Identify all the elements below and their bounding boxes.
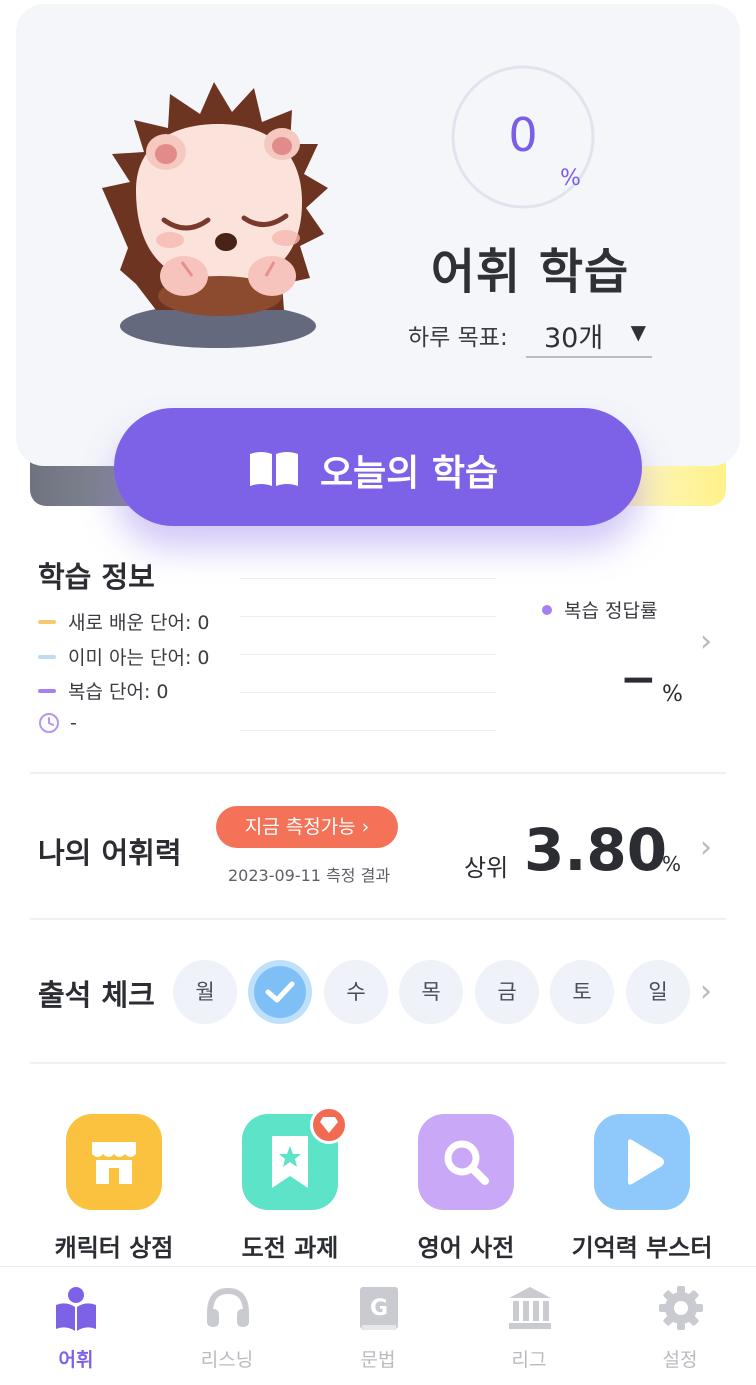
divider [30,772,726,774]
nav-item-grammar[interactable]: G 문법 [318,1267,438,1385]
nav-item-listening[interactable]: 리스닝 [167,1267,287,1385]
daily-goal-value: 30개 [544,323,604,354]
headphones-icon [207,1287,249,1327]
clock-icon [39,713,59,733]
search-icon [444,1140,489,1185]
nav-item-league[interactable]: 리그 [469,1267,589,1385]
page-title: 어휘 학습 [430,244,630,300]
legend-known-words: 이미 아는 단어: 0 [38,643,210,670]
review-rate-value: − [620,654,657,705]
daily-goal-select[interactable]: 30개 ▼ [526,308,652,358]
progress-unit: % [560,166,581,191]
today-study-button[interactable]: 오늘의 학습 [114,408,642,526]
review-rate-legend: 복습 정답률 [542,596,657,623]
english-dictionary-button[interactable] [418,1114,514,1210]
english-dictionary-label: 영어 사전 [417,1234,515,1262]
chart-gridline [240,692,496,693]
day-mon: 월 [173,960,237,1024]
review-rate-unit: % [662,682,683,707]
character-shop-button[interactable] [66,1114,162,1210]
nav-label-league: 리그 [511,1349,547,1371]
nav-label-settings: 설정 [662,1349,698,1371]
rank-unit: % [662,852,682,876]
chart-gridline [240,578,496,579]
divider [30,918,726,920]
nav-item-settings[interactable]: 설정 [620,1267,740,1385]
daily-goal-label: 하루 목표: [408,325,508,351]
progress-value: 0 [508,108,538,162]
legend-swatch [38,654,56,659]
gem-icon [320,1117,338,1133]
nav-label-listening: 리스닝 [200,1349,254,1371]
hedgehog-mascot-icon [102,82,328,348]
svg-text:G: G [370,1296,388,1321]
legend-swatch [38,619,56,624]
vocab-ability-title: 나의 어휘력 [38,836,182,870]
caret-down-icon: ▼ [630,320,646,344]
study-time-value: - [70,712,77,734]
vocab-ability-chevron-icon[interactable]: › [700,830,712,865]
attendance-chevron-icon[interactable]: › [700,974,712,1009]
grammar-book-icon: G [360,1287,398,1330]
vocab-book-icon [56,1287,96,1331]
measure-date: 2023-09-11 측정 결과 [228,866,391,885]
nav-item-vocab[interactable]: 어휘 [16,1267,136,1385]
shop-icon [92,1142,136,1184]
day-sat: 토 [550,960,614,1024]
divider [30,1062,726,1064]
legend-new-words: 새로 배운 단어: 0 [38,608,210,635]
day-sun: 일 [626,960,690,1024]
open-book-icon [250,452,298,486]
review-rate-dot [542,604,552,615]
character-shop-label: 캐릭터 상점 [54,1234,174,1262]
day-wed: 수 [324,960,388,1024]
study-info-chevron-icon[interactable]: › [700,624,712,659]
nav-label-grammar: 문법 [360,1349,396,1371]
building-icon [509,1287,551,1329]
memory-booster-label: 기억력 부스터 [571,1234,713,1262]
nav-label-vocab: 어휘 [58,1349,94,1371]
bookmark-star-icon [272,1136,308,1188]
chart-gridline [240,654,496,655]
check-icon [265,981,295,1003]
legend-known-words-label: 이미 아는 단어: 0 [68,647,210,669]
chart-gridline [240,730,496,731]
day-thu: 목 [399,960,463,1024]
gem-badge [310,1106,348,1144]
legend-review-words: 복습 단어: 0 [38,677,169,704]
legend-new-words-label: 새로 배운 단어: 0 [68,612,210,634]
gear-icon [659,1286,703,1330]
measure-now-button[interactable]: 지금 측정가능 › [216,806,398,848]
study-time-row: - [38,712,77,734]
legend-swatch [38,688,56,693]
review-rate-label: 복습 정답률 [564,600,658,622]
legend-review-words-label: 복습 단어: 0 [68,681,169,703]
bottom-nav: 어휘 리스닝 G 문법 리그 설정 [0,1266,756,1385]
challenge-label: 도전 과제 [241,1234,339,1262]
attendance-title: 출석 체크 [38,978,155,1012]
rank-value: 3.80 [524,816,668,884]
study-info-title: 학습 정보 [38,560,155,594]
memory-booster-button[interactable] [594,1114,690,1210]
day-fri: 금 [475,960,539,1024]
day-tue-checked [248,960,312,1024]
play-icon [628,1139,664,1185]
today-study-label: 오늘의 학습 [320,453,499,494]
chart-gridline [240,616,496,617]
rank-label: 상위 [464,854,509,882]
